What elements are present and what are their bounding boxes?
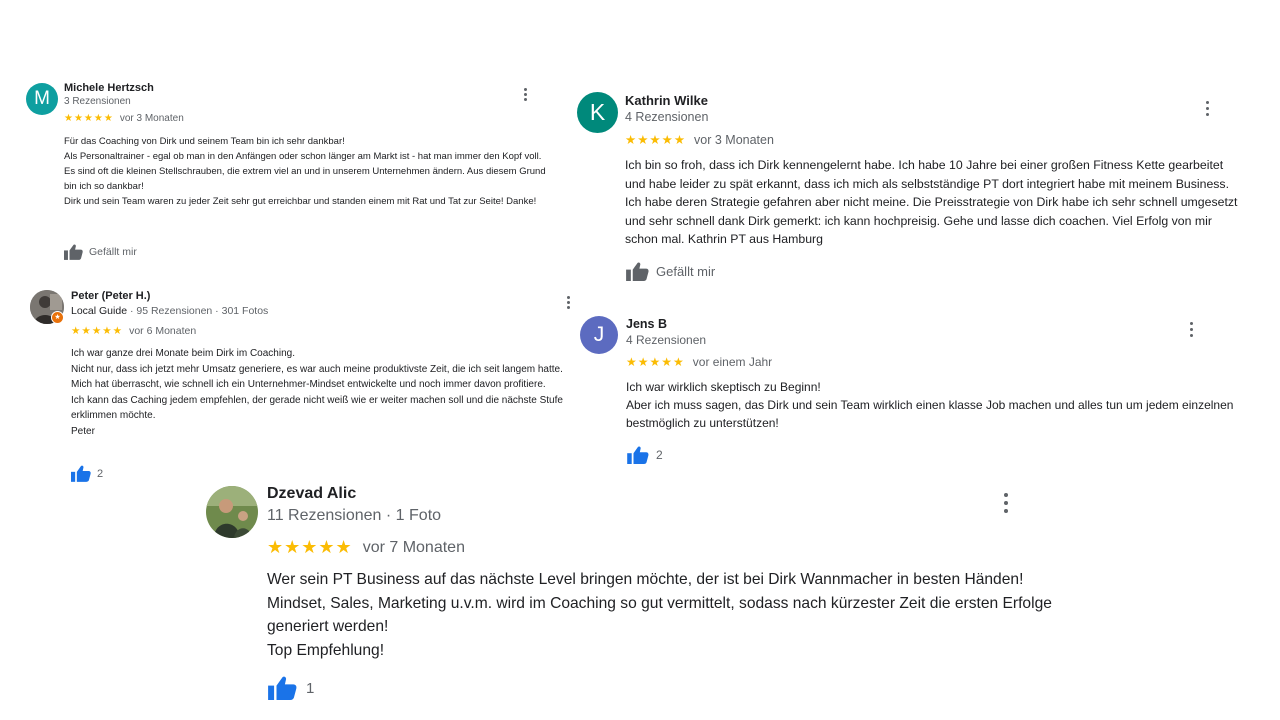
review-date: vor 6 Monaten [129, 325, 197, 337]
review-text: Ich bin so froh, dass ich Dirk kennengel… [625, 158, 1238, 246]
avatar[interactable]: J [580, 316, 618, 354]
like-button[interactable]: 1 [268, 676, 314, 700]
more-vert-icon[interactable] [1205, 101, 1211, 116]
thumb-up-icon [626, 262, 649, 281]
reviewer-meta[interactable]: Local Guide · 95 Rezensionen · 301 Fotos [71, 305, 268, 317]
star-rating: ★★★★★ [64, 113, 114, 124]
review-date: vor einem Jahr [692, 355, 773, 369]
review-text: Wer sein PT Business auf das nächste Lev… [267, 571, 1052, 659]
local-guide-badge-icon: ★ [51, 311, 64, 324]
review-date: vor 3 Monaten [119, 113, 184, 124]
like-button[interactable]: 2 [71, 465, 103, 482]
reviewer-name[interactable]: Dzevad Alic [267, 485, 356, 503]
rating-row: ★★★★★ vor 3 Monaten [64, 113, 184, 124]
rating-row: ★★★★★ vor einem Jahr [626, 355, 772, 369]
reviewer-name[interactable]: Michele Hertzsch [64, 82, 154, 94]
star-rating: ★★★★★ [267, 537, 353, 557]
thumb-up-icon [71, 465, 91, 482]
rating-row: ★★★★★ vor 3 Monaten [625, 132, 774, 148]
more-vert-icon[interactable] [566, 296, 572, 309]
review-date: vor 3 Monaten [694, 132, 774, 147]
reviewer-meta[interactable]: 3 Rezensionen [64, 96, 131, 107]
like-count: 2 [97, 467, 104, 480]
star-rating: ★★★★★ [71, 325, 124, 337]
rating-row: ★★★★★ vor 6 Monaten [71, 325, 196, 337]
star-rating: ★★★★★ [626, 355, 685, 369]
reviewer-name[interactable]: Kathrin Wilke [625, 93, 708, 108]
avatar[interactable]: K [577, 92, 618, 133]
more-vert-icon[interactable] [1189, 322, 1195, 337]
reviewer-meta[interactable]: 4 Rezensionen [625, 110, 708, 124]
thumb-up-icon [64, 244, 83, 260]
star-rating: ★★★★★ [625, 133, 687, 147]
like-label: Gefällt mir [89, 246, 137, 258]
more-vert-icon[interactable] [523, 88, 529, 101]
like-button[interactable]: Gefällt mir [626, 262, 715, 281]
reviewer-name[interactable]: Peter (Peter H.) [71, 290, 150, 302]
local-guide-label: Local Guide [71, 305, 128, 317]
avatar[interactable] [206, 486, 258, 538]
thumb-up-icon [627, 446, 649, 464]
reviewer-meta[interactable]: 4 Rezensionen [626, 333, 706, 347]
like-button[interactable]: Gefällt mir [64, 244, 137, 260]
like-button[interactable]: 2 [627, 446, 663, 464]
rating-row: ★★★★★ vor 7 Monaten [267, 537, 465, 558]
review-text: Ich war ganze drei Monate beim Dirk im C… [71, 348, 563, 437]
review-text: Für das Coaching von Dirk und seinem Tea… [64, 136, 546, 207]
reviewer-meta[interactable]: 11 Rezensionen · 1 Foto [267, 507, 441, 525]
avatar[interactable]: M [26, 83, 58, 115]
reviewer-stats: · 95 Rezensionen · 301 Fotos [127, 305, 269, 317]
more-vert-icon[interactable] [1003, 493, 1009, 513]
thumb-up-icon [268, 676, 297, 700]
like-count: 2 [656, 448, 663, 462]
like-label: Gefällt mir [656, 264, 716, 279]
reviewer-name[interactable]: Jens B [626, 317, 667, 331]
like-count: 1 [306, 679, 315, 697]
review-text: Ich war wirklich skeptisch zu Beginn! Ab… [626, 380, 1234, 430]
review-date: vor 7 Monaten [362, 538, 465, 556]
